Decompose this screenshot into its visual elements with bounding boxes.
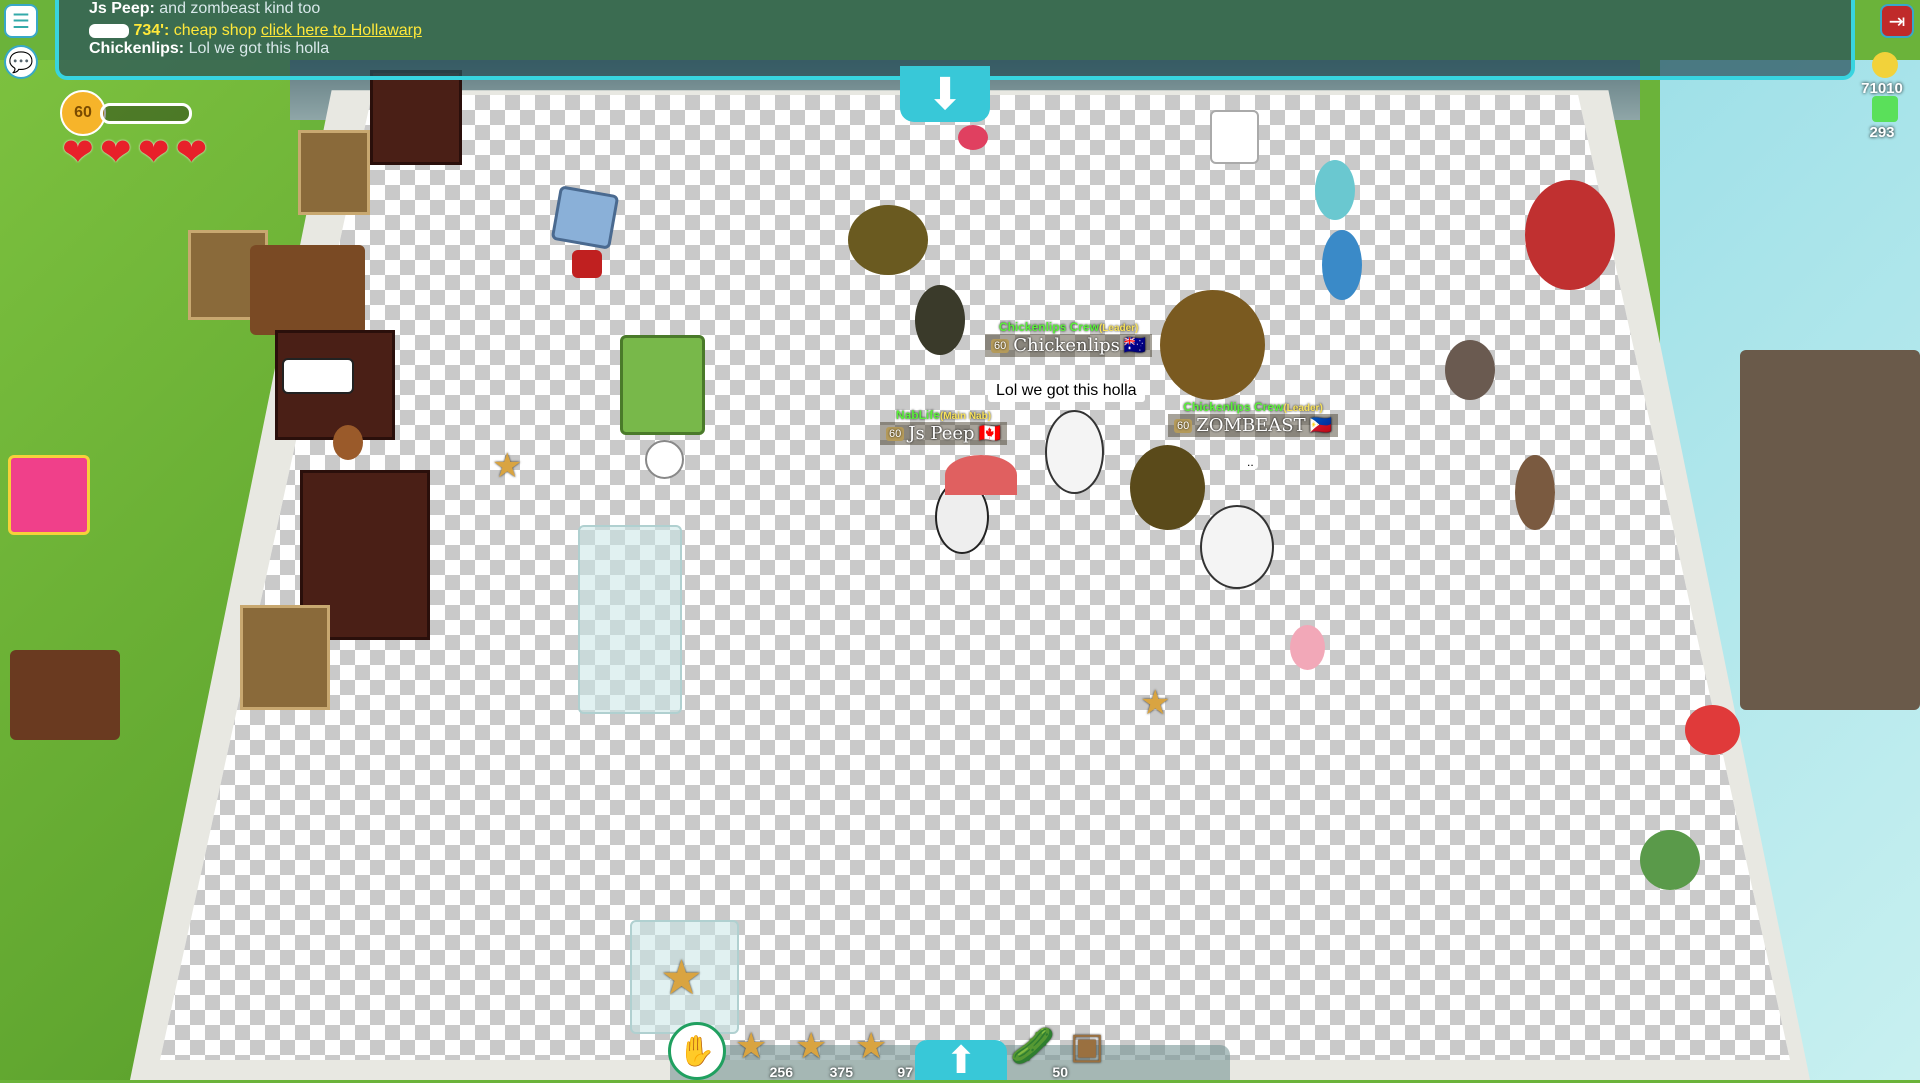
clan-label: Chickenlips Crew(Leader) (1183, 400, 1323, 414)
hotbar-slot-5[interactable]: ▣ (1070, 1025, 1130, 1080)
mob-robot-top[interactable] (1315, 160, 1355, 220)
hotbar-slot-2[interactable]: ★ 375 (795, 1025, 855, 1080)
speech-icon[interactable]: 💬 (4, 45, 38, 79)
star-icon: ★ (855, 1025, 888, 1066)
note-sign[interactable] (282, 358, 354, 394)
player-name-label: 60 Js Peep 🇨🇦 (880, 422, 1007, 445)
player-chickenlips-avatar[interactable] (1045, 410, 1104, 494)
mob-cluster-top[interactable] (848, 205, 928, 275)
green-block-mob[interactable] (1640, 830, 1700, 890)
nametag-chickenlips: Chickenlips Crew(Leader) 60 Chickenlips 🇦🇺 (985, 320, 1153, 357)
flower[interactable] (958, 125, 988, 150)
nametag-jspeep: NabLife(Main Nab) 60 Js Peep 🇨🇦 (880, 408, 1007, 445)
cucumber-icon: 🥒 (1010, 1025, 1055, 1066)
log-pile[interactable] (250, 245, 365, 335)
star-icon: ★ (795, 1025, 828, 1066)
chat-message: 734': cheap shop click here to Hollawarp (89, 22, 1851, 40)
game-scene[interactable]: ★ ★ ★ Chickenlips Crew(Leader) 60 Chicken… (0, 0, 1920, 1080)
picture-frame[interactable] (550, 185, 620, 250)
health-hearts: ❤ ❤ ❤ ❤ (62, 132, 208, 174)
wardrobe-top[interactable] (370, 70, 462, 165)
coins-count: 71010 (1861, 80, 1903, 97)
star-floor-2[interactable]: ★ (1140, 683, 1170, 723)
nametag-zombeast: Chickenlips Crew(Leader) 60 ZOMBEAST 🇵🇭 (1168, 400, 1339, 437)
teddy-bear[interactable] (333, 425, 363, 460)
pizza-block[interactable] (620, 335, 705, 435)
red-bag[interactable] (572, 250, 602, 278)
player-zombeast-avatar[interactable] (1200, 505, 1274, 589)
gems-count: 293 (1869, 124, 1895, 141)
hotbar-slot-4[interactable]: 🥒 50 (1010, 1025, 1070, 1080)
speech-bubble-small: .. (1243, 455, 1258, 469)
mob-cluster-right[interactable] (1160, 290, 1265, 400)
hotbar-slot-1[interactable]: ★ 256 (735, 1025, 795, 1080)
player-name-label: 60 Chickenlips 🇦🇺 (985, 334, 1153, 357)
heart-icon: ❤ (137, 132, 170, 174)
heart-icon: ❤ (62, 132, 94, 174)
chat-collapse-arrow-icon[interactable]: ⬇ (900, 66, 990, 122)
bench[interactable] (10, 650, 120, 740)
player-name-label: 60 ZOMBEAST 🇵🇭 (1168, 414, 1339, 437)
pig-mob[interactable] (1290, 625, 1325, 670)
gem-icon (1872, 96, 1898, 122)
flag-icon: 🇦🇺 (1123, 335, 1147, 356)
mob-pizza[interactable] (915, 285, 965, 355)
heart-icon: ❤ (99, 132, 132, 174)
glass-case[interactable] (578, 525, 682, 714)
hotbar-slot-3[interactable]: ★ 97 (855, 1025, 915, 1080)
chest-icon: ▣ (1070, 1025, 1105, 1066)
clan-label: Chickenlips Crew(Leader) (998, 320, 1139, 334)
mob-robot-blue[interactable] (1322, 230, 1362, 300)
hollawarp-link[interactable]: click here to Hollawarp (261, 22, 422, 39)
chat-message: Js Peep: and zombeast kind too (89, 0, 321, 17)
flag-icon: 🇨🇦 (978, 423, 1001, 444)
bird-mob[interactable] (1685, 705, 1740, 755)
hand-icon[interactable]: ✋ (668, 1022, 726, 1080)
mob-dragon[interactable] (1525, 180, 1615, 290)
coin-icon (1872, 52, 1898, 78)
flag-icon: 🇵🇭 (1309, 415, 1333, 436)
hotbar-expand-arrow-icon[interactable]: ⬆ (915, 1040, 1007, 1082)
star-in-case[interactable]: ★ (660, 950, 703, 1006)
menu-icon[interactable]: ☰ (4, 4, 38, 38)
mob-cluster-mid[interactable] (1130, 445, 1205, 530)
stone-statue[interactable] (1445, 340, 1495, 400)
player-avatar-icon (89, 23, 129, 38)
exit-icon[interactable]: ⇥ (1880, 4, 1914, 38)
wood-statue[interactable] (1515, 455, 1555, 530)
umbrella (945, 455, 1017, 495)
crate-3[interactable] (240, 605, 330, 710)
white-sign[interactable] (1210, 110, 1259, 164)
chat-message: Chickenlips: Lol we got this holla (89, 40, 330, 57)
speech-bubble: Lol we got this holla (988, 380, 1145, 402)
heart-icon: ❤ (175, 132, 208, 174)
gift-box[interactable] (8, 455, 90, 535)
coffee-cup[interactable] (645, 440, 684, 479)
xp-bar (100, 103, 192, 124)
star-floor-1[interactable]: ★ (492, 446, 522, 486)
stone-arch (1740, 350, 1920, 710)
crate-1[interactable] (298, 130, 370, 215)
star-icon: ★ (735, 1025, 768, 1066)
clan-label: NabLife(Main Nab) (895, 408, 992, 422)
